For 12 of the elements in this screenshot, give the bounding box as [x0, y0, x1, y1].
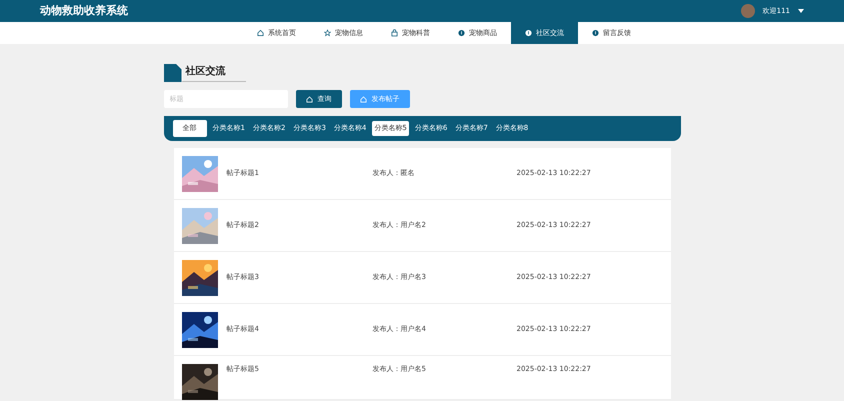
caret-icon[interactable]	[798, 9, 804, 13]
home-icon	[306, 96, 312, 102]
info-icon	[525, 29, 532, 37]
site-title: 动物救助收养系统	[40, 2, 128, 19]
info-icon	[592, 29, 599, 37]
home-icon	[257, 29, 264, 37]
section-icon	[164, 64, 182, 82]
star-icon	[324, 29, 331, 37]
info-icon	[458, 29, 465, 37]
bag-icon	[391, 29, 398, 37]
section-title: 社区交流	[182, 64, 246, 82]
home-icon	[360, 96, 366, 102]
